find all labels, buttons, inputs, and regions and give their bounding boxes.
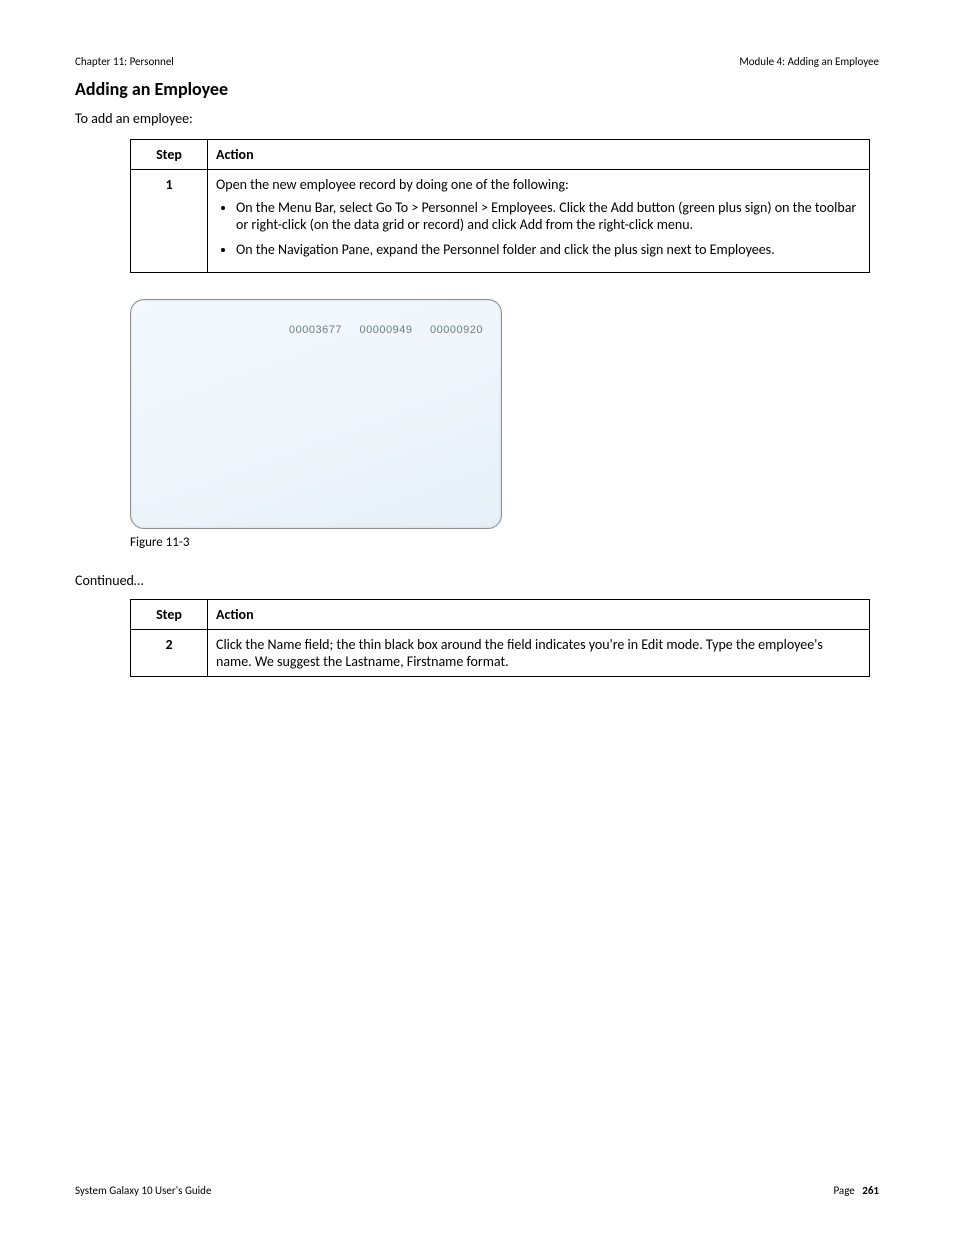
id-card-number: 00003677 [289, 324, 342, 336]
list-item: On the Navigation Pane, expand the Perso… [236, 241, 861, 258]
table1-action-lead: Open the new employee record by doing on… [216, 176, 861, 193]
footer-page-label: Page [833, 1184, 854, 1197]
figure-caption: Figure 11-3 [130, 535, 879, 550]
list-item: On the Menu Bar, select Go To > Personne… [236, 199, 861, 233]
table1-bullets: On the Menu Bar, select Go To > Personne… [214, 199, 861, 258]
table1-head-action: Action [208, 140, 870, 170]
figure-wrap: 00003677 00000949 00000920 [130, 299, 879, 529]
continued-label: Continued… [75, 572, 879, 589]
table2-head-step: Step [131, 600, 208, 630]
id-card-number: 00000949 [360, 324, 413, 336]
id-card-number: 00000920 [430, 324, 483, 336]
section-title: Adding an Employee [75, 78, 879, 100]
table-row: 2 Click the Name field; the thin black b… [131, 630, 870, 677]
id-card-numbers: 00003677 00000949 00000920 [131, 324, 483, 336]
table2-head-action: Action [208, 600, 870, 630]
table1-step-num: 1 [131, 170, 208, 273]
section-intro: To add an employee: [75, 110, 879, 127]
steps-table-1: Step Action 1 Open the new employee reco… [130, 139, 870, 273]
table1-action-cell: Open the new employee record by doing on… [208, 170, 870, 273]
footer-left: System Galaxy 10 User's Guide [75, 1184, 211, 1197]
page-header: Chapter 11: Personnel Module 4: Adding a… [75, 55, 879, 68]
table1-head-step: Step [131, 140, 208, 170]
header-left: Chapter 11: Personnel [75, 55, 174, 68]
steps-table-2: Step Action 2 Click the Name field; the … [130, 599, 870, 677]
id-card-illustration: 00003677 00000949 00000920 [130, 299, 502, 529]
table-row: 1 Open the new employee record by doing … [131, 170, 870, 273]
page-footer: System Galaxy 10 User's Guide Page 261 [75, 1184, 879, 1197]
document-page: Chapter 11: Personnel Module 4: Adding a… [0, 0, 954, 1235]
footer-page-number: 261 [862, 1184, 879, 1197]
table2-action-cell: Click the Name field; the thin black box… [208, 630, 870, 677]
footer-right: Page 261 [833, 1184, 879, 1197]
table2-step-num: 2 [131, 630, 208, 677]
header-right: Module 4: Adding an Employee [739, 55, 879, 68]
